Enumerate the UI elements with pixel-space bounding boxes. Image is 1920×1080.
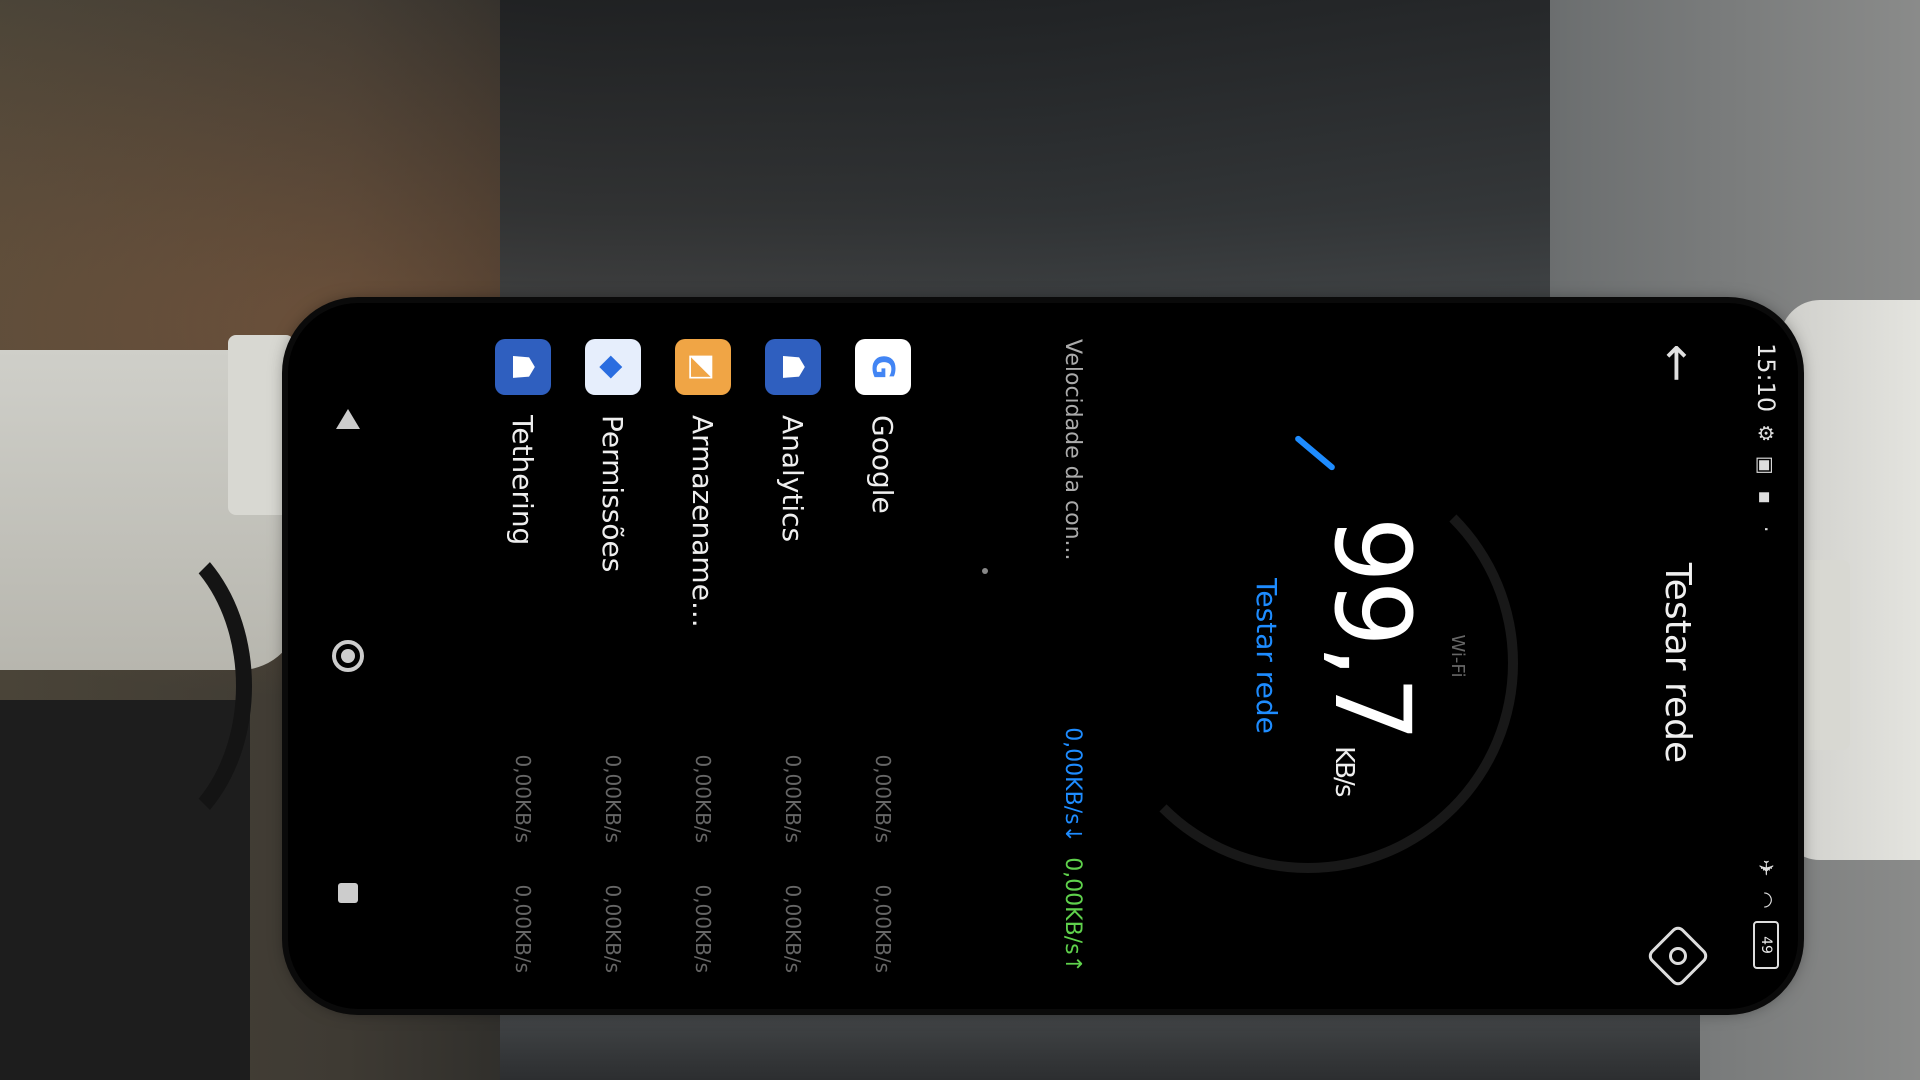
app-name: Permissões bbox=[596, 415, 630, 573]
list-header-upload[interactable]: 0,00KB/s↑ bbox=[1061, 843, 1086, 973]
list-header: Velocidade da con... 0,00KB/s↓ 0,00KB/s↑ bbox=[1048, 339, 1098, 973]
android-icon: ☗ bbox=[765, 339, 821, 395]
background-cable bbox=[0, 520, 252, 852]
wifi-icon: ◠ bbox=[1754, 891, 1778, 909]
app-bar: ← Testar rede bbox=[1638, 333, 1718, 989]
more-dot-icon: · bbox=[1754, 525, 1778, 533]
list-item[interactable]: G Google 0,00KB/s 0,00KB/s bbox=[838, 339, 928, 973]
speed-value: 99,7 KB/s bbox=[1311, 303, 1433, 1009]
list-header-download[interactable]: 0,00KB/s↓ bbox=[1061, 713, 1086, 843]
arrow-back-icon: ← bbox=[1651, 343, 1705, 383]
app-name: Google bbox=[866, 415, 900, 514]
app-name: Tethering bbox=[506, 415, 540, 546]
google-icon: G bbox=[855, 339, 911, 395]
app-list: G Google 0,00KB/s 0,00KB/s ☗ Analytics 0,00KB/… bbox=[478, 339, 928, 973]
app-upload-rate: 0,00KB/s bbox=[871, 884, 895, 973]
nav-home-icon[interactable] bbox=[332, 639, 364, 672]
storage-icon: ◩ bbox=[675, 339, 731, 395]
phone-clip-left bbox=[228, 335, 294, 515]
network-type-label: Wi-Fi bbox=[1447, 634, 1468, 678]
status-left: 15:10 ⚙ ▣ ▪ · bbox=[1752, 343, 1780, 540]
gear-icon bbox=[1665, 943, 1691, 969]
app-download-rate: 0,00KB/s bbox=[601, 754, 625, 843]
app-upload-rate: 0,00KB/s bbox=[781, 884, 805, 973]
nav-back-icon[interactable] bbox=[336, 408, 360, 429]
status-bar: 15:10 ⚙ ▣ ▪ · ✈ ◠ 49 bbox=[1746, 343, 1786, 969]
list-item[interactable]: ☗ Analytics 0,00KB/s 0,00KB/s bbox=[748, 339, 838, 973]
battery-level: 49 bbox=[1758, 936, 1774, 954]
status-right: ✈ ◠ 49 bbox=[1753, 857, 1779, 969]
speed-gauge: Wi-Fi 99,7 KB/s Testar rede bbox=[1098, 303, 1618, 1009]
battery-icon: 49 bbox=[1753, 921, 1779, 969]
photo-status-icon: ▣ bbox=[1754, 455, 1778, 475]
list-item[interactable]: ☗ Tethering 0,00KB/s 0,00KB/s bbox=[478, 339, 568, 973]
background-window bbox=[500, 0, 1550, 300]
app-download-rate: 0,00KB/s bbox=[871, 754, 895, 843]
app-download-rate: 0,00KB/s bbox=[511, 754, 535, 843]
nav-recents-icon[interactable] bbox=[338, 883, 358, 904]
app-name: Armazename... bbox=[686, 415, 720, 628]
page-title: Testar rede bbox=[1657, 562, 1699, 764]
back-button[interactable]: ← bbox=[1651, 333, 1705, 393]
phone: 15:10 ⚙ ▣ ▪ · ✈ ◠ 49 ← Testar rede Wi-Fi… bbox=[288, 303, 1798, 1009]
app-upload-rate: 0,00KB/s bbox=[511, 884, 535, 973]
speed-number: 99,7 bbox=[1311, 516, 1433, 741]
permissions-icon: ◆ bbox=[585, 339, 641, 395]
airplane-icon: ✈ bbox=[1754, 859, 1778, 877]
test-network-button[interactable]: Testar rede bbox=[1250, 303, 1283, 1009]
list-header-label[interactable]: Velocidade da con... bbox=[1061, 339, 1086, 713]
app-upload-rate: 0,00KB/s bbox=[601, 884, 625, 973]
speed-unit: KB/s bbox=[1329, 746, 1359, 796]
app-download-rate: 0,00KB/s bbox=[781, 754, 805, 843]
list-separator-dot bbox=[982, 568, 988, 574]
list-item[interactable]: ◩ Armazename... 0,00KB/s 0,00KB/s bbox=[658, 339, 748, 973]
phone-clip-right bbox=[1790, 560, 1850, 750]
android-icon: ☗ bbox=[495, 339, 551, 395]
navigation-bar bbox=[308, 303, 388, 1009]
settings-button[interactable] bbox=[1645, 923, 1711, 989]
app-upload-rate: 0,00KB/s bbox=[691, 884, 715, 973]
notification-status-icon: ▪ bbox=[1754, 490, 1778, 504]
list-item[interactable]: ◆ Permissões 0,00KB/s 0,00KB/s bbox=[568, 339, 658, 973]
app-name: Analytics bbox=[776, 415, 810, 543]
phone-screen: 15:10 ⚙ ▣ ▪ · ✈ ◠ 49 ← Testar rede Wi-Fi… bbox=[288, 303, 1798, 1009]
app-download-rate: 0,00KB/s bbox=[691, 754, 715, 843]
settings-status-icon: ⚙ bbox=[1754, 424, 1778, 443]
status-time: 15:10 bbox=[1752, 343, 1780, 413]
